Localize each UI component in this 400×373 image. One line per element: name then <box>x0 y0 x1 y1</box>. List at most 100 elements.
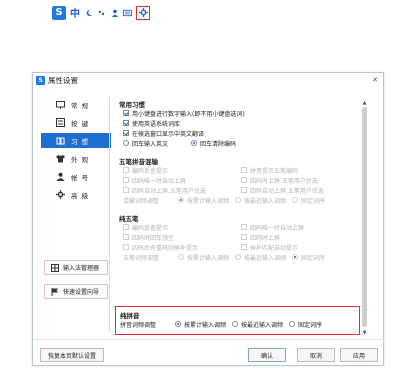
radio[interactable] <box>178 254 184 260</box>
pinyin-recent-radio[interactable]: 按最近输入调频 <box>232 320 283 329</box>
numpad-option[interactable]: 用小键盘进行数字输入(即不用小键盘选词) <box>123 108 353 118</box>
option-label: 四码自动上屏,五笔用户优选 <box>250 187 324 195</box>
option-label: 按最近输入调频 <box>244 254 287 262</box>
monitor-icon <box>56 100 65 109</box>
mixed-cumulative-radio[interactable]: 按累计输入调频 <box>178 196 229 205</box>
option-label: 回车清除编码 <box>200 140 237 148</box>
sidebar-item-label: 帐 号 <box>71 173 90 182</box>
radio[interactable] <box>289 321 296 327</box>
checkbox[interactable] <box>241 234 247 240</box>
option-label: 编码反查提示 <box>132 224 169 232</box>
wubi-auto-commit-option[interactable]: 四码唯一时自动上屏 <box>241 222 304 232</box>
option-label: 拼音提示五笔编码 <box>250 167 299 175</box>
pinyin-section-highlight: 纯拼音 拼音词频调整 按累计输入调频 按最近输入调频 固定词序 <box>115 306 360 335</box>
sidebar-item-label: 高 级 <box>71 191 90 200</box>
option-label: 回车输入英文 <box>132 140 169 148</box>
sogou-logo-icon: S <box>36 75 45 85</box>
wubi-cumulative-radio[interactable]: 按累计输入调频 <box>178 253 229 262</box>
checkbox[interactable] <box>123 177 129 183</box>
sidebar-item-label: 外 观 <box>71 155 90 164</box>
checkbox[interactable] <box>123 167 129 173</box>
checkbox[interactable] <box>123 234 129 240</box>
sogou-logo-icon[interactable]: S <box>52 5 66 20</box>
mixed-reverse-lookup-option[interactable]: 编码反查提示 <box>123 165 168 175</box>
apply-button[interactable]: 应用 <box>340 348 378 362</box>
pinyin-cumulative-radio[interactable]: 按累计输入调频 <box>175 320 226 329</box>
option-label: 按累计输入调频 <box>187 254 230 262</box>
mixed-recent-radio[interactable]: 按最近输入调频 <box>235 196 286 205</box>
footer: 恢复本页默认设置 确认 取消 应用 <box>33 339 385 367</box>
wubi-four-code-commit-option[interactable]: 四码时上屏 <box>241 232 280 242</box>
enter-clear-radio[interactable]: 回车清除编码 <box>191 139 236 148</box>
mixed-fixed-radio[interactable]: 固定词序 <box>292 196 325 205</box>
sidebar-item-advanced[interactable]: 高 级 <box>41 187 111 202</box>
moon-icon[interactable] <box>84 8 93 17</box>
english-dict-option[interactable]: 使用英语系统词库 <box>123 118 353 128</box>
title-bar: S 属性设置 ✕ <box>33 73 383 87</box>
radio[interactable] <box>191 140 197 146</box>
mixed-auto-commit-option[interactable]: 四码唯一时自动上屏 <box>123 175 186 185</box>
radio[interactable] <box>175 321 181 327</box>
scrollbar[interactable]: ▲ ▼ <box>360 99 369 337</box>
radio[interactable] <box>178 197 184 203</box>
radio[interactable] <box>123 140 129 146</box>
wubi-fixed-radio[interactable]: 固定词序 <box>292 253 325 262</box>
wubi-enter-space-option[interactable]: 四码时回车顶空 <box>123 232 174 242</box>
radio[interactable] <box>292 254 299 260</box>
mixed-row-2: 四码唯一时自动上屏 四码时上屏,五笔用户优选 <box>123 175 353 185</box>
settings-content: 常用习惯 用小键盘进行数字输入(即不用小键盘选词) 使用英语系统词库 在候选窗口… <box>119 99 353 337</box>
sidebar-item-account[interactable]: 帐 号 <box>41 169 111 184</box>
radio[interactable] <box>292 197 299 203</box>
chinese-mode-toggle[interactable]: 中 <box>70 5 80 20</box>
close-icon[interactable]: ✕ <box>372 76 378 84</box>
option-label: 四码唯一时自动上屏 <box>250 224 305 232</box>
checkbox[interactable] <box>123 224 129 230</box>
checkbox[interactable] <box>123 244 129 250</box>
dots-icon[interactable] <box>97 8 106 17</box>
wubi-reverse-lookup-option[interactable]: 编码反查提示 <box>123 222 168 232</box>
radio[interactable] <box>235 197 242 203</box>
mixed-frequency-options: 混输词频调整 按累计输入调频 按最近输入调频 固定词序 <box>123 195 353 205</box>
checkbox[interactable] <box>123 110 129 116</box>
checkbox[interactable] <box>123 130 129 136</box>
wubi-duplicate-hint-option[interactable]: 四码后有重码则候补提示 <box>123 242 198 252</box>
restore-defaults-button[interactable]: 恢复本页默认设置 <box>40 348 104 362</box>
checkbox[interactable] <box>123 187 129 193</box>
mixed-auto-commit-pref-option[interactable]: 四码自动上屏,五笔用户优选 <box>123 185 206 195</box>
pinyin-frequency-options: 拼音词频调整 按累计输入调频 按最近输入调频 固定词序 <box>120 319 355 329</box>
cancel-button[interactable]: 取消 <box>297 348 335 362</box>
enter-english-radio[interactable]: 回车输入英文 <box>123 139 183 148</box>
checkbox[interactable] <box>241 177 247 183</box>
keyboard-icon[interactable] <box>123 8 132 17</box>
mixed-four-code-option[interactable]: 四码时上屏,五笔用户优选 <box>241 175 318 185</box>
ok-button[interactable]: 确认 <box>248 348 286 362</box>
scroll-thumb[interactable] <box>362 107 367 327</box>
scroll-down-icon[interactable]: ▼ <box>360 329 369 337</box>
wubi-recent-radio[interactable]: 按最近输入调频 <box>235 253 286 262</box>
option-label: 按最近输入调频 <box>244 197 287 205</box>
checkbox[interactable] <box>241 187 247 193</box>
mixed-pinyin-hint-option[interactable]: 拼音提示五笔编码 <box>241 165 298 175</box>
checkbox[interactable] <box>241 224 247 230</box>
radio[interactable] <box>232 321 239 327</box>
settings-gear-icon[interactable] <box>136 5 150 20</box>
translation-option[interactable]: 在候选窗口显示中英文翻译 <box>123 128 353 138</box>
sidebar-item-habits[interactable]: 习 惯 <box>41 133 111 148</box>
sidebar-item-appearance[interactable]: 外 观 <box>41 151 111 166</box>
ime-manager-button[interactable]: 输入法管理器 <box>44 260 108 275</box>
scroll-track[interactable] <box>360 107 369 329</box>
sidebar-item-keys[interactable]: 按 键 <box>41 115 111 130</box>
shirt-icon <box>56 154 65 163</box>
setup-wizard-button[interactable]: 快速设置向导 <box>44 284 108 299</box>
checkbox[interactable] <box>241 244 247 250</box>
sidebar-item-general[interactable]: 常 规 <box>41 97 111 112</box>
scroll-up-icon[interactable]: ▲ <box>360 99 369 107</box>
radio[interactable] <box>235 254 242 260</box>
mixed-auto-commit-pref-option-2[interactable]: 四码自动上屏,五笔用户优选 <box>241 185 324 195</box>
person-icon[interactable] <box>110 8 119 17</box>
ime-manager-label: 输入法管理器 <box>63 265 100 272</box>
pinyin-fixed-radio[interactable]: 固定词序 <box>289 320 322 329</box>
checkbox[interactable] <box>123 120 129 126</box>
wubi-match-hint-option[interactable]: 候补匹配自动提示 <box>241 242 298 252</box>
checkbox[interactable] <box>241 167 247 173</box>
